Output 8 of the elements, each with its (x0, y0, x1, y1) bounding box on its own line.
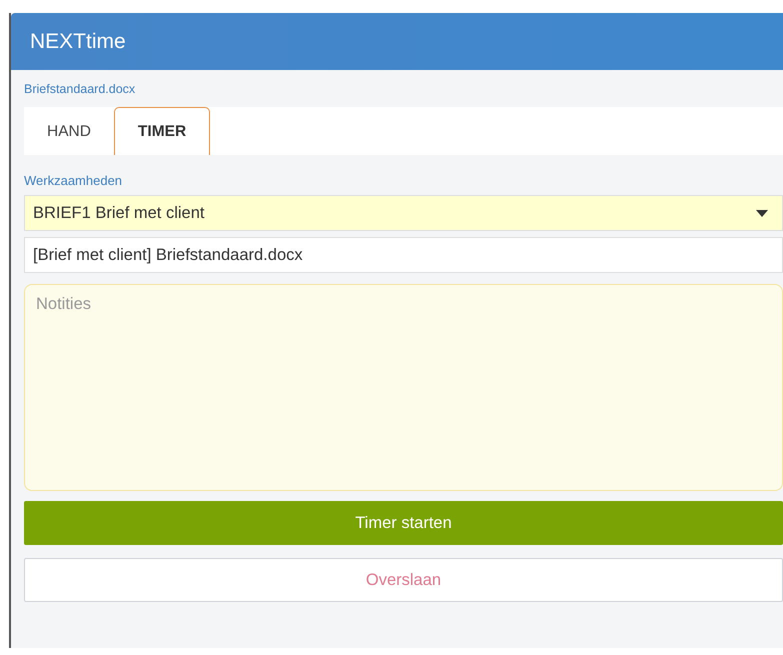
tab[interactable]: TIMER (114, 107, 210, 155)
field-label: Werkzaamheden (24, 173, 124, 188)
caret-icon (756, 210, 768, 216)
document-link[interactable]: Briefstandaard.docx (24, 78, 783, 107)
activity-dropdown[interactable]: BRIEF1 Brief met client (24, 195, 783, 231)
window-title: NEXTtime (30, 30, 126, 54)
description-field[interactable]: [Brief met client] Briefstandaard.docx (24, 237, 783, 273)
notes-field[interactable]: Notities (24, 284, 783, 491)
